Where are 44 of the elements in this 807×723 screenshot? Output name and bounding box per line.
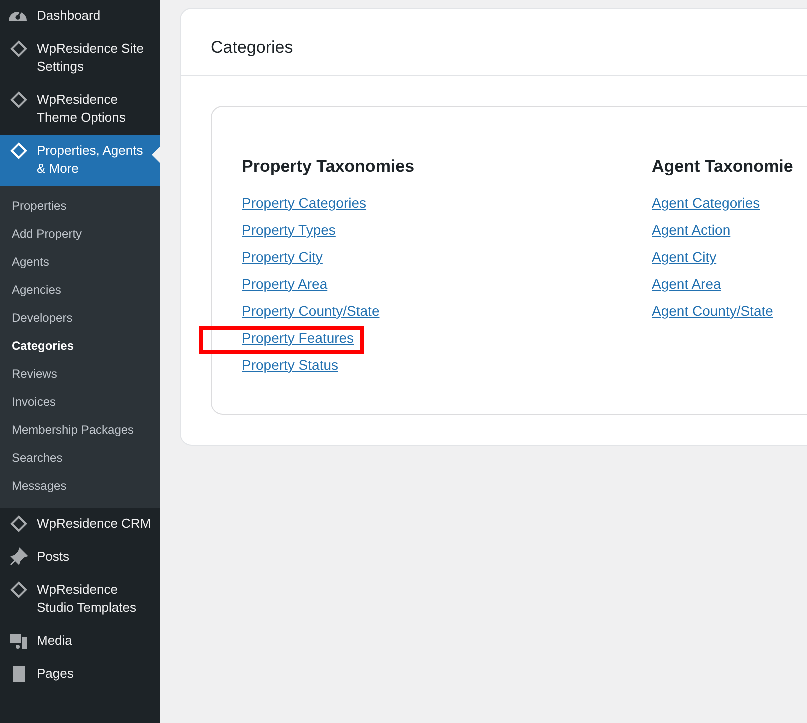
column-heading: Property Taxonomies <box>242 157 416 177</box>
menu-item[interactable]: WpResidence Studio Templates <box>0 574 160 625</box>
submenu-item[interactable]: Messages <box>0 472 160 500</box>
diamond-icon <box>9 580 29 600</box>
submenu-item[interactable]: Membership Packages <box>0 416 160 444</box>
submenu-item[interactable]: Agencies <box>0 276 160 304</box>
taxonomy-link[interactable]: Property Types <box>242 222 336 238</box>
menu-item[interactable]: Pages <box>0 658 160 691</box>
menu-item[interactable]: Dashboard <box>0 0 160 33</box>
taxonomy-link[interactable]: Property Status <box>242 357 338 373</box>
submenu-item[interactable]: Invoices <box>0 388 160 416</box>
submenu-item[interactable]: Reviews <box>0 360 160 388</box>
menu-item[interactable]: Media <box>0 625 160 658</box>
taxonomy-link[interactable]: Property Area <box>242 276 328 292</box>
taxonomy-link[interactable]: Property City <box>242 249 323 265</box>
menu-item[interactable]: WpResidence CRM <box>0 508 160 541</box>
taxonomy-link[interactable]: Agent City <box>652 249 717 265</box>
menu-item[interactable]: Properties, Agents & More <box>0 135 160 186</box>
diamond-icon <box>9 90 29 110</box>
taxonomy-link[interactable]: Property Categories <box>242 195 367 211</box>
taxonomy-link[interactable]: Agent Area <box>652 276 722 292</box>
menu-item[interactable]: WpResidence Theme Options <box>0 84 160 135</box>
column-heading: Agent Taxonomie <box>652 157 794 177</box>
diamond-icon <box>9 39 29 59</box>
submenu-item[interactable]: Properties <box>0 192 160 220</box>
pin-icon <box>9 547 29 567</box>
diamond-icon <box>9 141 29 161</box>
gauge-icon <box>9 12 27 20</box>
submenu-item[interactable]: Add Property <box>0 220 160 248</box>
taxonomy-link[interactable]: Agent Categories <box>652 195 760 211</box>
menu-item[interactable]: Posts <box>0 541 160 574</box>
submenu-item[interactable]: Searches <box>0 444 160 472</box>
taxonomy-link[interactable]: Property County/State <box>242 303 380 319</box>
media-icon <box>9 631 29 651</box>
taxonomy-link[interactable]: Agent County/State <box>652 303 774 319</box>
submenu-item[interactable]: Agents <box>0 248 160 276</box>
menu-item[interactable]: WpResidence Site Settings <box>0 33 160 84</box>
active-pointer-icon <box>152 147 160 163</box>
taxonomy-link[interactable]: Agent Action <box>652 222 731 238</box>
taxonomy-link[interactable]: Property Features <box>242 330 354 346</box>
submenu-item[interactable]: Categories <box>0 332 160 360</box>
panel-title: Categories <box>181 9 807 76</box>
diamond-icon <box>9 514 29 534</box>
submenu-item[interactable]: Developers <box>0 304 160 332</box>
